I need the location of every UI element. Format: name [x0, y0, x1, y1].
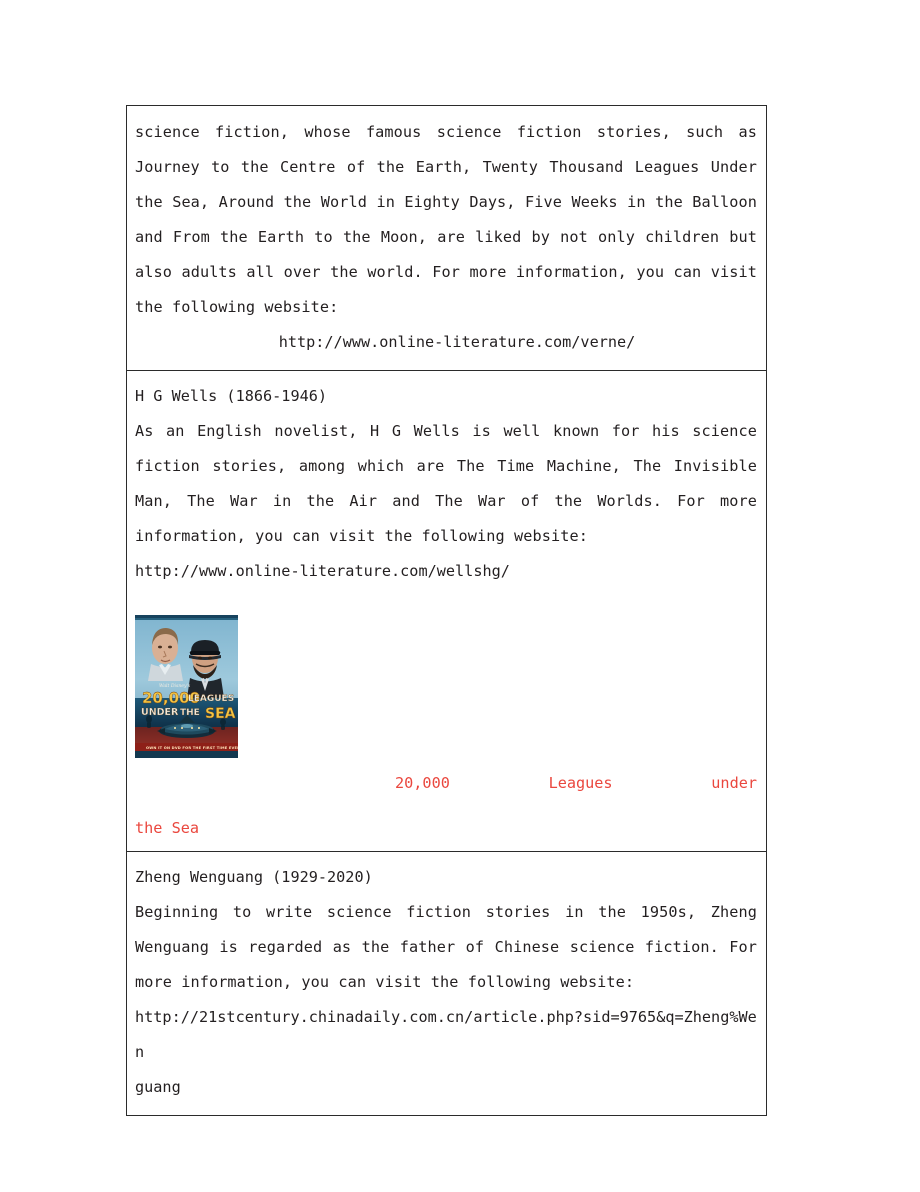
- wells-website-url[interactable]: http://www.online-literature.com/wellshg…: [135, 554, 757, 589]
- poster-caption: 20,000 Leagues under: [135, 766, 757, 801]
- svg-text:LEAGUES: LEAGUES: [188, 694, 234, 704]
- cell-verne: science fiction, whose famous science fi…: [127, 106, 766, 370]
- zheng-paragraph: Beginning to write science fiction stori…: [135, 903, 767, 991]
- poster-caption-wrap: the Sea: [135, 811, 757, 845]
- table-row-zheng: Zheng Wenguang (1929-2020) Beginning to …: [127, 852, 766, 1115]
- zheng-heading: Zheng Wenguang (1929-2020): [135, 868, 373, 886]
- svg-text:SEA: SEA: [205, 706, 236, 722]
- wells-heading: H G Wells (1866-1946): [135, 387, 328, 405]
- table-row-wells: H G Wells (1866-1946) As an English nove…: [127, 371, 766, 852]
- svg-text:THE: THE: [180, 708, 200, 718]
- wells-paragraph: As an English novelist, H G Wells is wel…: [135, 422, 767, 545]
- zheng-website-url-part-2[interactable]: guang: [135, 1070, 757, 1105]
- cell-wells: H G Wells (1866-1946) As an English nove…: [127, 371, 766, 811]
- cell-caption-overflow: the Sea: [127, 811, 766, 851]
- movie-poster-image: Walt Disney's 20,000 LEAGUES UNDER THE S…: [135, 615, 238, 758]
- poster-caption-line-1: 20,000 Leagues under: [395, 774, 757, 792]
- document-page: science fiction, whose famous science fi…: [0, 0, 920, 1192]
- content-table: science fiction, whose famous science fi…: [126, 105, 767, 1116]
- cell-zheng: Zheng Wenguang (1929-2020) Beginning to …: [127, 852, 766, 1115]
- poster-caption-line-2: the Sea: [135, 819, 200, 837]
- svg-text:UNDER: UNDER: [141, 707, 179, 718]
- verne-website-url[interactable]: http://www.online-literature.com/verne/: [135, 325, 757, 360]
- zheng-website-url-part-1[interactable]: http://21stcentury.chinadaily.com.cn/art…: [135, 1000, 757, 1070]
- poster-container: Walt Disney's 20,000 LEAGUES UNDER THE S…: [135, 615, 757, 758]
- svg-text:OWN IT ON DVD FOR THE FIRST TI: OWN IT ON DVD FOR THE FIRST TIME EVER: [146, 746, 238, 750]
- table-row-verne: science fiction, whose famous science fi…: [127, 106, 766, 371]
- verne-paragraph: science fiction, whose famous science fi…: [135, 123, 767, 316]
